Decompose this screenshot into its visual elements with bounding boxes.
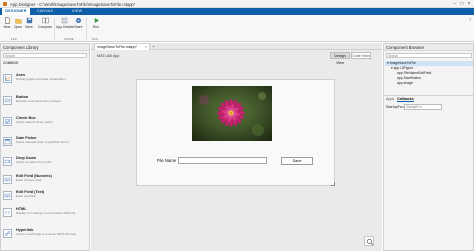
- numeric-field-icon: 12: [3, 175, 12, 184]
- tree-node-label: app.Image: [397, 81, 414, 85]
- design-view-button[interactable]: Design View: [330, 52, 350, 65]
- maximize-icon[interactable]: □: [459, 1, 465, 7]
- file-name-edit-field[interactable]: [178, 157, 267, 164]
- component-html[interactable]: HTML Display rich markup or incorporate …: [3, 207, 87, 220]
- run-label: Run: [92, 25, 100, 29]
- share-icon: [75, 18, 81, 23]
- save-icon: [26, 17, 32, 24]
- run-button[interactable]: Run: [89, 17, 103, 29]
- tab-canvas[interactable]: CANVAS: [31, 8, 59, 15]
- group-file: FILE: [11, 37, 17, 41]
- toolstrip-separator: [86, 18, 87, 40]
- toolstrip-separator: [54, 18, 55, 40]
- group-run: RUN: [92, 37, 99, 41]
- toolstrip: New Open Save Compare FILE App Details S…: [0, 15, 474, 42]
- text-field-icon: ab: [3, 191, 12, 200]
- file-name-label: File Name: [157, 158, 177, 163]
- resize-handle-icon[interactable]: [331, 182, 335, 186]
- save-tool-label: Save: [25, 25, 33, 29]
- run-icon: [94, 18, 99, 23]
- axes-icon: [3, 74, 12, 83]
- calendar-icon: [3, 137, 12, 146]
- hyperlink-icon: [3, 229, 12, 238]
- compare-button[interactable]: Compare: [37, 17, 53, 29]
- window-title: App Designer - C:\Work\ImageSaveToFile\I…: [10, 1, 136, 7]
- component-desc: Execute command when pressed: [16, 98, 61, 103]
- open-folder-icon: [14, 18, 22, 24]
- component-axes[interactable]: Axes Display graphs and data visualizati…: [3, 73, 87, 86]
- ribbon-tab-bar: DESIGNER CANVAS VIEW: [0, 8, 474, 15]
- component-date-picker[interactable]: Date Picker Select calendar date in spec…: [3, 136, 87, 149]
- compare-icon: [41, 17, 49, 24]
- image-component[interactable]: [192, 86, 272, 141]
- code-view-button[interactable]: Code View: [351, 52, 371, 59]
- app-details-icon: [61, 17, 67, 24]
- check-box-icon: [3, 117, 12, 126]
- component-desc: Link to a web page or execute MATLAB cod…: [16, 231, 76, 236]
- component-desc: Display graphs and data visualization: [16, 76, 66, 81]
- startup-fcn-select[interactable]: StartupFcn: [404, 104, 442, 110]
- close-icon[interactable]: ×: [466, 1, 472, 7]
- share-button[interactable]: Share: [71, 17, 85, 29]
- add-tab-icon[interactable]: +: [152, 43, 155, 50]
- minimize-icon[interactable]: –: [452, 1, 458, 7]
- component-drop-down[interactable]: Drop Down Select an option from a list: [3, 156, 87, 169]
- share-label: Share: [73, 25, 83, 29]
- section-common: COMMON: [3, 61, 18, 65]
- save-button[interactable]: Save: [281, 157, 313, 165]
- html-icon: [3, 208, 12, 217]
- document-tab-label: ImageSaveToFile.mlapp*: [97, 45, 137, 49]
- component-search-input[interactable]: Search: [3, 53, 87, 58]
- app-details-label: App Details: [56, 25, 74, 29]
- drop-down-icon: [3, 157, 12, 166]
- save-tool-button[interactable]: Save: [22, 17, 36, 29]
- flower-image: [192, 86, 272, 141]
- tab-view[interactable]: VIEW: [66, 8, 88, 15]
- component-desc: Select state of binary option: [16, 119, 54, 124]
- component-hyperlink[interactable]: Hyperlink Link to a web page or execute …: [3, 228, 87, 241]
- tree-node-label: app.FileNameEditField: [397, 71, 432, 75]
- browser-search-input[interactable]: Search: [386, 53, 472, 58]
- new-file-icon: [4, 17, 11, 24]
- app-designer-logo-icon: [3, 2, 7, 6]
- component-desc: Select an option from a list: [16, 159, 52, 164]
- component-button[interactable]: Button Execute command when pressed: [3, 95, 87, 108]
- button-icon: [3, 96, 12, 105]
- tab-designer[interactable]: DESIGNER: [2, 8, 30, 15]
- inspector-tab-apps[interactable]: Apps: [386, 96, 394, 102]
- tree-node-image[interactable]: app.Image: [385, 81, 473, 86]
- component-check-box[interactable]: Check Box Select state of binary option: [3, 116, 87, 129]
- document-tab-bar: ImageSaveToFile.mlapp* × +: [91, 43, 382, 50]
- component-library-panel: Component Library Search COMMON Axes Dis…: [0, 43, 90, 251]
- component-browser-title: Component Browser: [384, 44, 473, 51]
- component-edit-field-numeric[interactable]: 12 Edit Field (Numeric) Enter numeric da…: [3, 174, 87, 187]
- tab-imagesavetofile[interactable]: ImageSaveToFile.mlapp* ×: [94, 43, 150, 50]
- tree-node-label: app.UIFigure: [393, 66, 414, 70]
- component-desc: Enter text data: [16, 193, 36, 198]
- component-library-title: Component Library: [1, 44, 89, 51]
- title-bar: App Designer - C:\Work\ImageSaveToFile\I…: [0, 0, 474, 8]
- property-label: StartupFcn: [386, 105, 404, 109]
- component-desc: Display rich markup or incorporate HTML …: [16, 210, 76, 215]
- component-edit-field-text[interactable]: ab Edit Field (Text) Enter text data: [3, 190, 87, 203]
- component-browser-panel: Component Browser Search ▾ ImageSaveToFi…: [383, 43, 474, 251]
- component-desc: Enter numeric data: [16, 177, 42, 182]
- tree-node-label: app.SaveButton: [397, 76, 422, 80]
- compare-label: Compare: [38, 25, 52, 29]
- component-tree: ▾ ImageSaveToFile ▾ app.UIFigure app.Fil…: [385, 61, 473, 86]
- zoom-icon: [366, 238, 373, 245]
- tree-node-label: ImageSaveToFile: [389, 61, 416, 65]
- inspector-tab-callbacks[interactable]: Callbacks: [397, 96, 414, 102]
- zoom-button[interactable]: [364, 236, 374, 246]
- group-share: SHARE: [64, 37, 74, 41]
- component-desc: Select calendar date in specified format: [16, 139, 69, 144]
- app-title: MATLAB App: [97, 54, 120, 58]
- app-details-button[interactable]: App Details: [56, 17, 74, 29]
- help-icon[interactable]: ?: [469, 17, 471, 22]
